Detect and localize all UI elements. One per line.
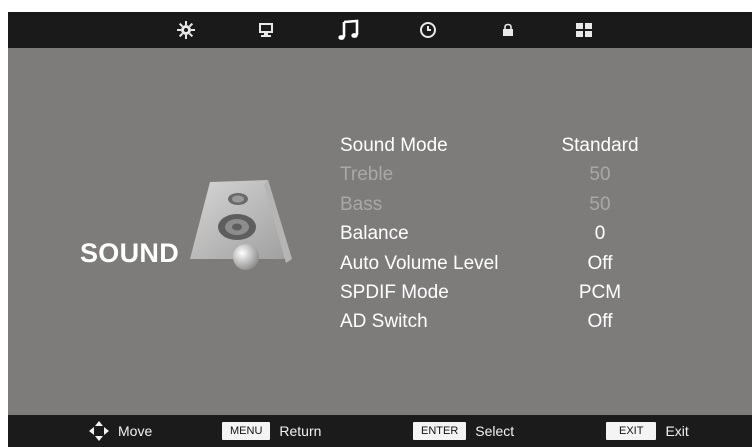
tab-picture[interactable] bbox=[174, 16, 198, 44]
menu-item-value: 50 bbox=[589, 194, 611, 215]
menu-item-ad-switch[interactable]: AD Switch Off bbox=[340, 308, 660, 336]
tab-setup[interactable] bbox=[572, 16, 596, 44]
grid-icon bbox=[576, 23, 592, 37]
menu-item-sound-mode[interactable]: Sound Mode Standard bbox=[340, 132, 660, 160]
menu-item-value: PCM bbox=[578, 282, 622, 303]
hint-select-label: Select bbox=[475, 423, 515, 439]
music-note-icon bbox=[338, 19, 359, 40]
menu-item-value: Off bbox=[587, 311, 613, 332]
menu-item-label: Sound Mode bbox=[340, 135, 448, 156]
hint-select: ENTER Select bbox=[413, 415, 514, 447]
hint-return: MENU Return bbox=[222, 415, 321, 447]
hint-exit-label: Exit bbox=[665, 423, 689, 439]
menu-item-treble: Treble 50 bbox=[340, 161, 660, 189]
menu-item-value: Standard bbox=[561, 135, 639, 156]
menu-item-value: 0 bbox=[594, 223, 606, 244]
menu-item-balance[interactable]: Balance 0 bbox=[340, 220, 660, 248]
menu-item-label: AD Switch bbox=[340, 311, 428, 332]
footer-hint-bar: Move MENU Return ENTER Select EXIT Exit bbox=[8, 415, 752, 447]
menu-item-value: 50 bbox=[589, 164, 611, 185]
hint-return-label: Return bbox=[279, 423, 322, 439]
arrows-icon bbox=[89, 421, 109, 441]
tab-screen[interactable] bbox=[254, 16, 278, 44]
menu-item-spdif-mode[interactable]: SPDIF Mode PCM bbox=[340, 279, 660, 307]
tv-menu-screen: SOUND Sound Mode Standard Treble 50 Bass… bbox=[8, 12, 752, 447]
menu-item-bass: Bass 50 bbox=[340, 191, 660, 219]
section-title: SOUND bbox=[80, 238, 180, 268]
menu-item-value: Off bbox=[587, 253, 613, 274]
gear-icon bbox=[177, 21, 195, 39]
menu-item-label: Balance bbox=[340, 223, 409, 244]
menu-category-bar bbox=[8, 12, 752, 48]
hint-move: Move bbox=[88, 415, 152, 447]
menu-item-label: Bass bbox=[340, 194, 383, 215]
clock-icon bbox=[420, 22, 436, 38]
monitor-icon bbox=[259, 23, 273, 37]
tab-lock[interactable] bbox=[496, 16, 520, 44]
menu-item-auto-volume-level[interactable]: Auto Volume Level Off bbox=[340, 250, 660, 278]
menu-item-label: Auto Volume Level bbox=[340, 253, 499, 274]
tab-time[interactable] bbox=[416, 16, 440, 44]
menu-key[interactable]: MENU bbox=[222, 422, 271, 440]
tab-sound[interactable] bbox=[334, 16, 362, 44]
menu-item-label: Treble bbox=[340, 164, 394, 185]
enter-key[interactable]: ENTER bbox=[413, 422, 467, 440]
menu-item-label: SPDIF Mode bbox=[340, 282, 449, 303]
hint-move-label: Move bbox=[118, 423, 153, 439]
exit-key[interactable]: EXIT bbox=[606, 422, 657, 440]
hint-exit: EXIT Exit bbox=[606, 415, 689, 447]
speaker-icon bbox=[188, 179, 298, 284]
lock-icon bbox=[503, 23, 513, 36]
